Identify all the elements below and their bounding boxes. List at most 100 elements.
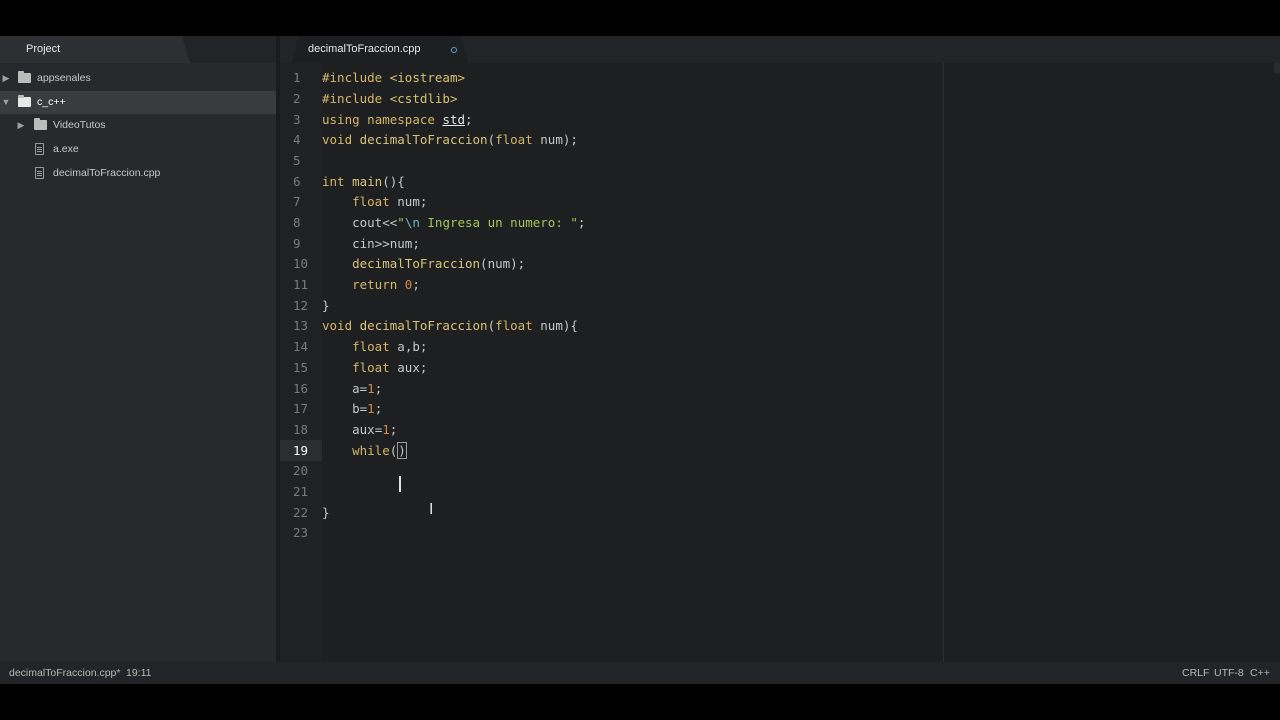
code-token: ; xyxy=(374,381,383,396)
code-token: void xyxy=(322,132,353,147)
line-number: 11 xyxy=(293,277,309,292)
code-line[interactable]: } xyxy=(322,502,330,523)
code-token: main xyxy=(352,174,383,189)
project-tab[interactable]: Project xyxy=(0,36,190,63)
status-cursor-position[interactable]: 19:11 xyxy=(126,662,152,684)
status-bar: decimalToFraccion.cpp* 19:11 CRLF UTF-8 … xyxy=(0,662,1280,684)
line-number: 1 xyxy=(293,70,301,85)
code-token: <iostream> xyxy=(389,70,466,85)
line-number: 5 xyxy=(293,153,301,168)
status-encoding[interactable]: UTF-8 xyxy=(1214,662,1244,684)
line-number: 17 xyxy=(293,401,309,416)
code-editor[interactable] xyxy=(322,63,1280,662)
code-line[interactable]: #include <iostream> xyxy=(322,67,465,88)
code-line[interactable]: float aux; xyxy=(322,357,427,378)
code-line[interactable]: #include <cstdlib> xyxy=(322,88,457,109)
line-number: 2 xyxy=(293,91,301,106)
code-token: cin xyxy=(352,236,375,251)
code-line[interactable]: b=1; xyxy=(322,398,382,419)
code-token: \n xyxy=(404,215,420,230)
code-line[interactable]: cout<<"\n Ingresa un numero: "; xyxy=(322,212,585,233)
chevron-right-icon[interactable]: ▶ xyxy=(1,67,11,90)
tree-item-appsenales[interactable]: ▶ appsenales xyxy=(0,67,276,90)
tree-item-decimaltofraccion[interactable]: decimalToFraccion.cpp xyxy=(0,162,276,185)
tree-item-videotutos[interactable]: ▶ VideoTutos xyxy=(0,114,276,137)
code-line[interactable]: using namespace std; xyxy=(322,109,473,130)
tree-item-c-cpp[interactable]: ▼ c_c++ xyxy=(0,91,276,114)
status-grammar[interactable]: C++ xyxy=(1250,662,1270,684)
tab-decimaltofraccion[interactable]: decimalToFraccion.cpp xyxy=(292,36,468,63)
code-token: } xyxy=(322,505,330,520)
tree-item-label: c_c++ xyxy=(37,96,66,108)
code-token: float xyxy=(495,132,533,147)
tree-item-label: VideoTutos xyxy=(53,119,106,131)
scrollbar[interactable] xyxy=(1274,63,1280,73)
code-token: float xyxy=(352,360,390,375)
code-line[interactable]: void decimalToFraccion(float num){ xyxy=(322,315,578,336)
code-token: ; xyxy=(465,112,473,127)
code-token: int xyxy=(322,174,345,189)
code-line[interactable]: } xyxy=(322,295,330,316)
tree-item-label: decimalToFraccion.cpp xyxy=(53,167,161,179)
code-token: a xyxy=(352,381,360,396)
code-line[interactable]: float a,b; xyxy=(322,336,427,357)
line-number: 20 xyxy=(293,463,309,478)
tab-title: decimalToFraccion.cpp xyxy=(308,43,421,55)
chevron-right-icon[interactable]: ▶ xyxy=(16,114,26,137)
line-number: 15 xyxy=(293,360,309,375)
code-line[interactable]: while() xyxy=(322,440,407,461)
code-token: b xyxy=(352,401,360,416)
code-token: decimalToFraccion xyxy=(359,318,488,333)
code-line[interactable]: float num; xyxy=(322,191,427,212)
code-line[interactable]: return 0; xyxy=(322,274,420,295)
tree-item-a-exe[interactable]: a.exe xyxy=(0,138,276,161)
line-number: 18 xyxy=(293,422,309,437)
code-line[interactable]: decimalToFraccion(num); xyxy=(322,253,525,274)
code-token: ( xyxy=(487,318,496,333)
code-token: ; xyxy=(419,194,428,209)
code-line[interactable]: void decimalToFraccion(float num); xyxy=(322,129,578,150)
code-token: " xyxy=(397,215,405,230)
tree-item-label: appsenales xyxy=(37,72,91,84)
code-line[interactable]: aux=1; xyxy=(322,419,397,440)
modified-indicator-icon[interactable] xyxy=(451,47,457,53)
code-line[interactable]: a=1; xyxy=(322,378,382,399)
code-token: #include xyxy=(322,70,383,85)
code-token: aux xyxy=(352,422,375,437)
code-line[interactable]: cin>>num; xyxy=(322,233,420,254)
code-token: num xyxy=(397,194,420,209)
code-token: float xyxy=(352,194,390,209)
code-token: ; xyxy=(374,401,383,416)
code-token: 1 xyxy=(382,422,390,437)
chevron-down-icon[interactable]: ▼ xyxy=(1,91,11,114)
code-line[interactable]: int main(){ xyxy=(322,171,405,192)
code-token: } xyxy=(322,298,330,313)
code-token: std xyxy=(442,112,466,127)
code-token: aux xyxy=(397,360,420,375)
code-token: a xyxy=(397,339,405,354)
code-token: ( xyxy=(480,256,488,271)
code-token: decimalToFraccion xyxy=(352,256,481,271)
line-number: 23 xyxy=(293,525,309,540)
line-number: 7 xyxy=(293,194,301,209)
text-cursor xyxy=(399,476,401,492)
folder-icon xyxy=(34,118,47,130)
code-token: Ingresa un numero: " xyxy=(419,215,578,230)
line-number: 21 xyxy=(293,484,309,499)
code-token: b xyxy=(412,339,420,354)
status-file-name[interactable]: decimalToFraccion.cpp* xyxy=(9,662,120,684)
status-line-ending[interactable]: CRLF xyxy=(1182,662,1209,684)
